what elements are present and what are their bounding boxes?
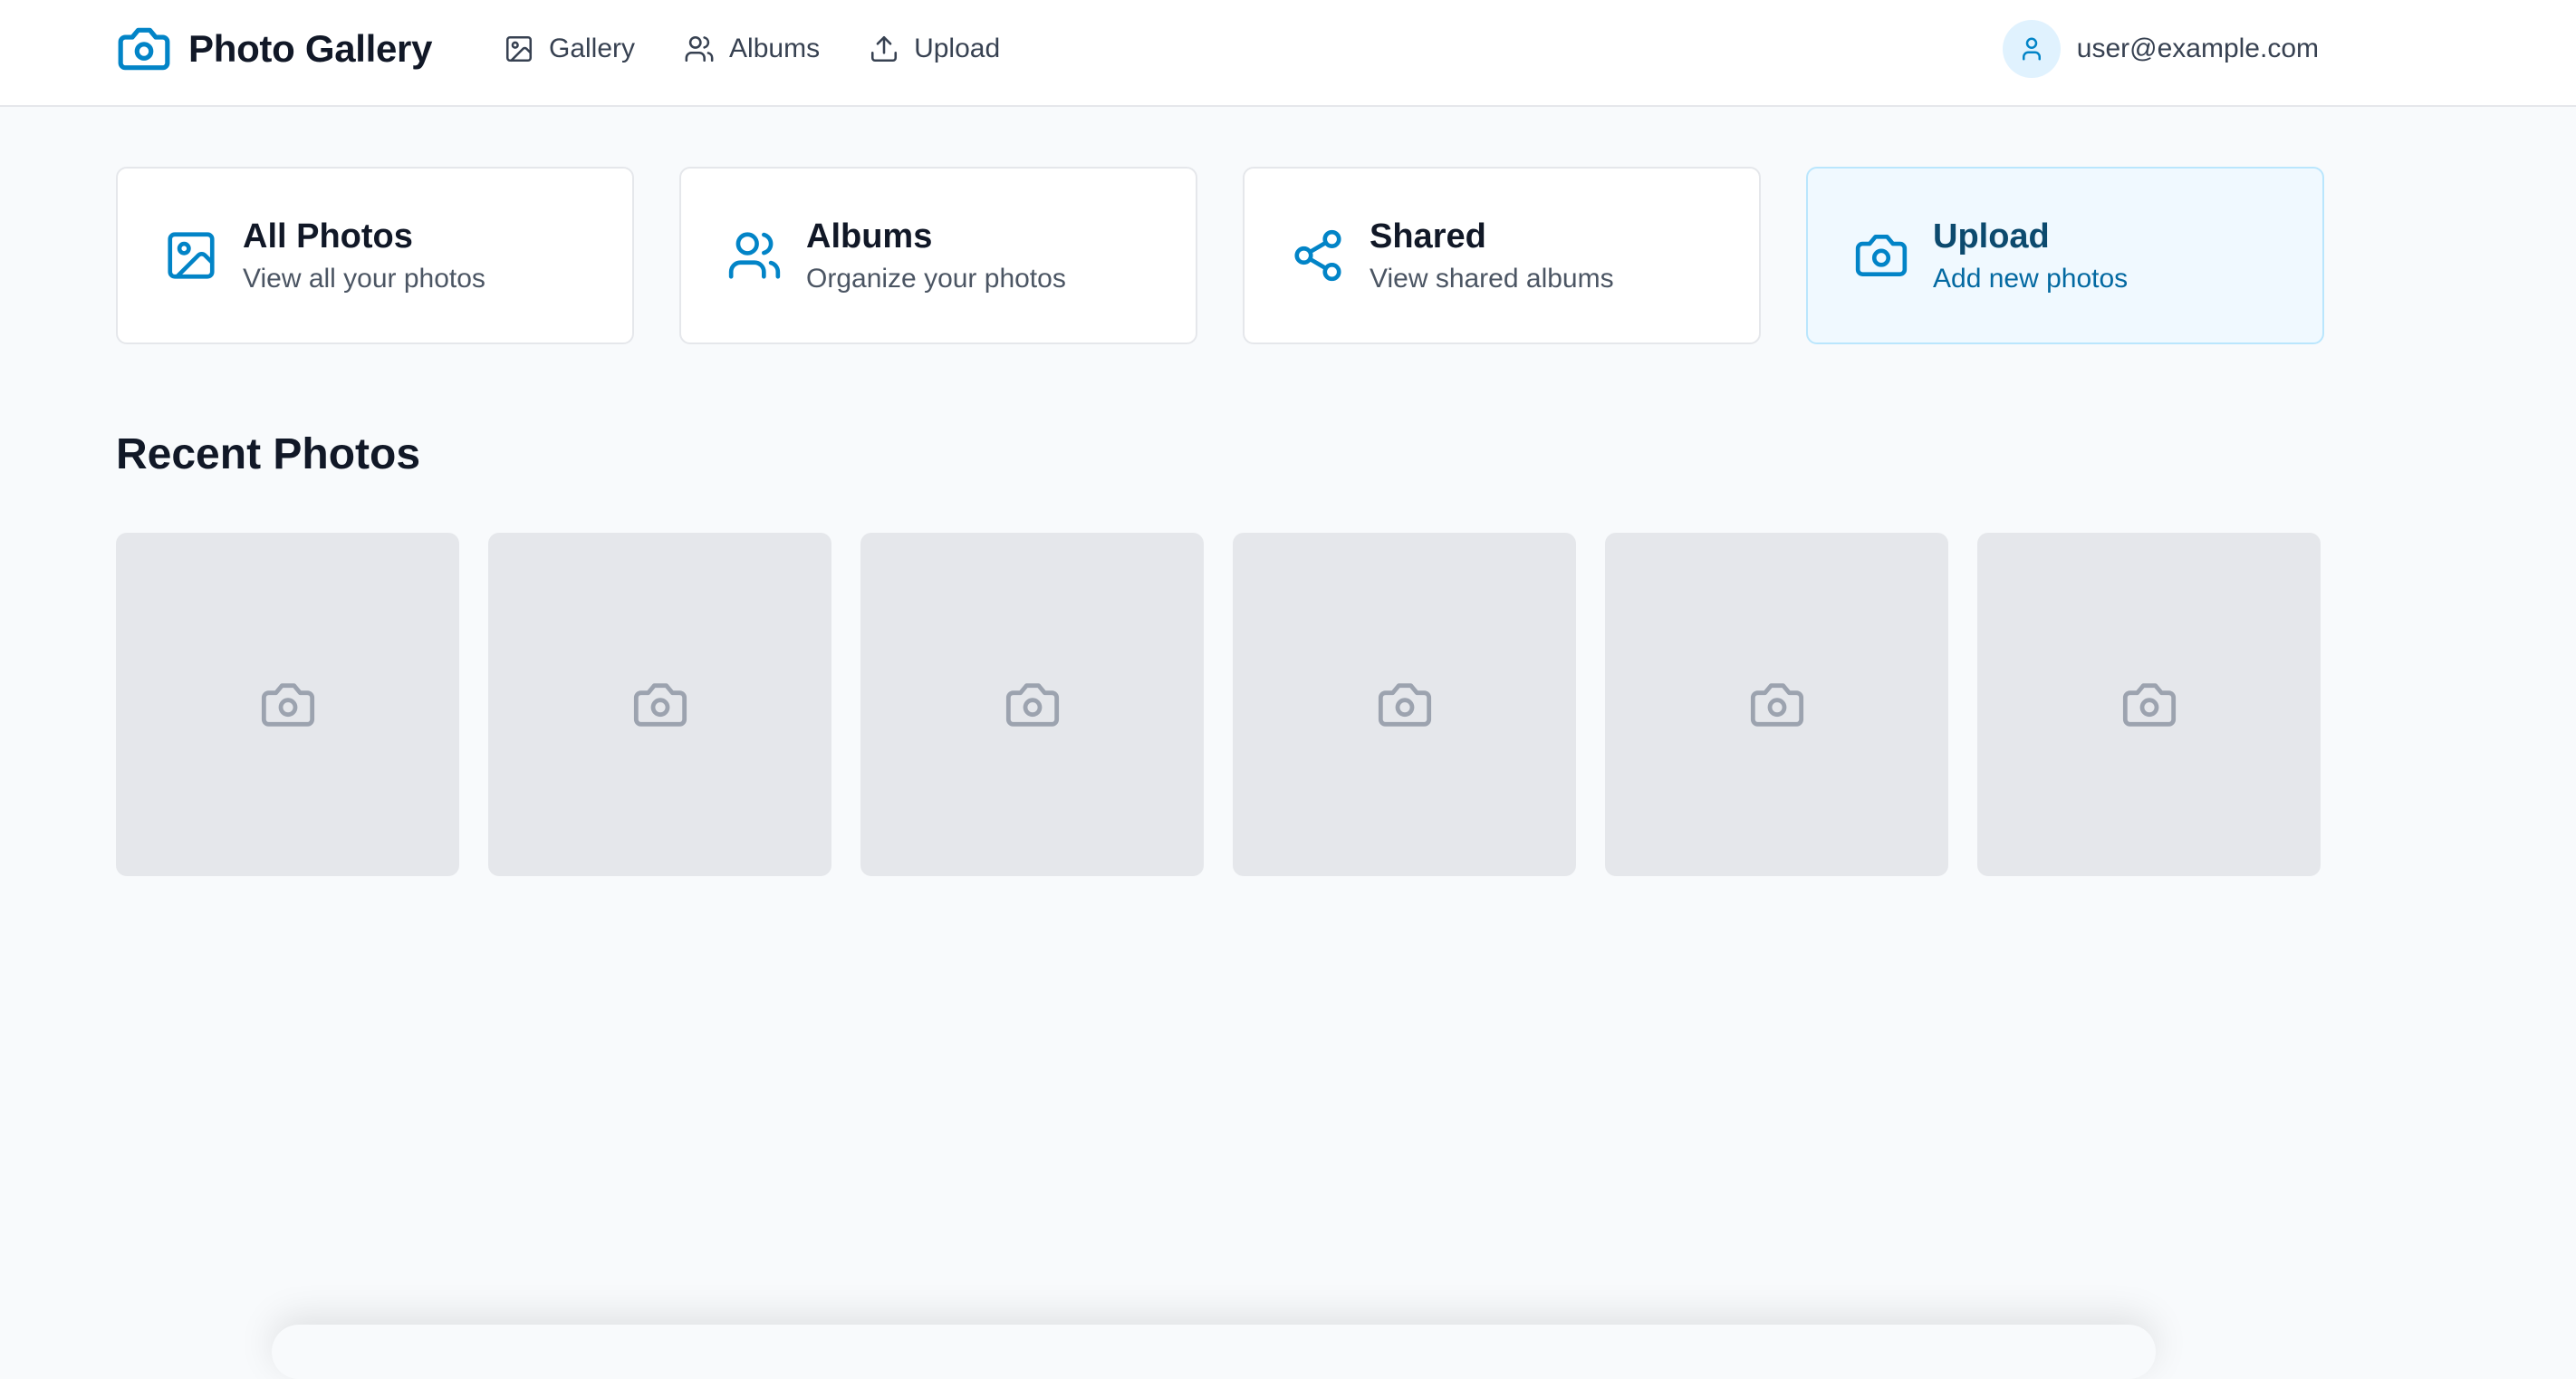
card-title: Shared: [1370, 217, 1486, 256]
nav-gallery[interactable]: Gallery: [504, 34, 635, 64]
camera-icon: [1378, 682, 1431, 727]
quick-action-cards: All Photos View all your photos Albums O…: [116, 167, 2324, 344]
camera-icon: [1750, 682, 1803, 727]
section-title-recent-photos: Recent Photos: [116, 430, 421, 478]
avatar: [2002, 20, 2061, 78]
camera-icon: [1005, 682, 1059, 727]
card-subtitle: View all your photos: [243, 263, 485, 294]
card-upload[interactable]: Upload Add new photos: [1806, 167, 2324, 344]
top-navbar: Photo Gallery Gallery Albums Upload user…: [0, 0, 2576, 107]
users-icon: [684, 34, 715, 64]
nav-upload-label: Upload: [914, 34, 1001, 63]
camera-icon: [116, 21, 172, 77]
share-icon: [1290, 227, 1346, 284]
upload-icon: [869, 34, 899, 64]
photo-placeholder[interactable]: [1977, 533, 2321, 876]
card-shared[interactable]: Shared View shared albums: [1243, 167, 1761, 344]
card-albums[interactable]: Albums Organize your photos: [679, 167, 1197, 344]
user-email: user@example.com: [2076, 34, 2319, 63]
camera-icon: [633, 682, 687, 727]
card-all-photos[interactable]: All Photos View all your photos: [116, 167, 634, 344]
image-icon: [163, 227, 219, 284]
camera-icon: [2122, 682, 2176, 727]
card-subtitle: Organize your photos: [806, 263, 1066, 294]
card-title: Albums: [806, 217, 933, 256]
photo-placeholder[interactable]: [860, 533, 1204, 876]
user-menu[interactable]: user@example.com: [2002, 20, 2319, 78]
bottom-panel-edge: [272, 1325, 2156, 1379]
nav-albums-label: Albums: [729, 34, 821, 63]
card-title: All Photos: [243, 217, 413, 256]
user-icon: [2022, 37, 2041, 61]
photo-placeholder[interactable]: [1233, 533, 1576, 876]
card-title: Upload: [1933, 217, 2050, 256]
users-icon: [726, 227, 783, 284]
nav-albums[interactable]: Albums: [684, 34, 820, 64]
photo-placeholder[interactable]: [488, 533, 831, 876]
camera-icon: [261, 682, 314, 727]
brand-title: Photo Gallery: [188, 27, 433, 70]
image-icon: [504, 34, 534, 64]
photo-placeholder[interactable]: [1605, 533, 1948, 876]
brand-logo-link[interactable]: Photo Gallery: [116, 22, 432, 76]
recent-photos-grid: [116, 533, 2321, 876]
card-subtitle: View shared albums: [1370, 263, 1614, 294]
photo-placeholder[interactable]: [116, 533, 459, 876]
nav-upload[interactable]: Upload: [869, 34, 1000, 64]
camera-icon: [1853, 227, 1909, 284]
card-subtitle: Add new photos: [1933, 263, 2129, 294]
main-nav: Gallery Albums Upload: [504, 25, 1000, 72]
nav-gallery-label: Gallery: [549, 34, 636, 63]
